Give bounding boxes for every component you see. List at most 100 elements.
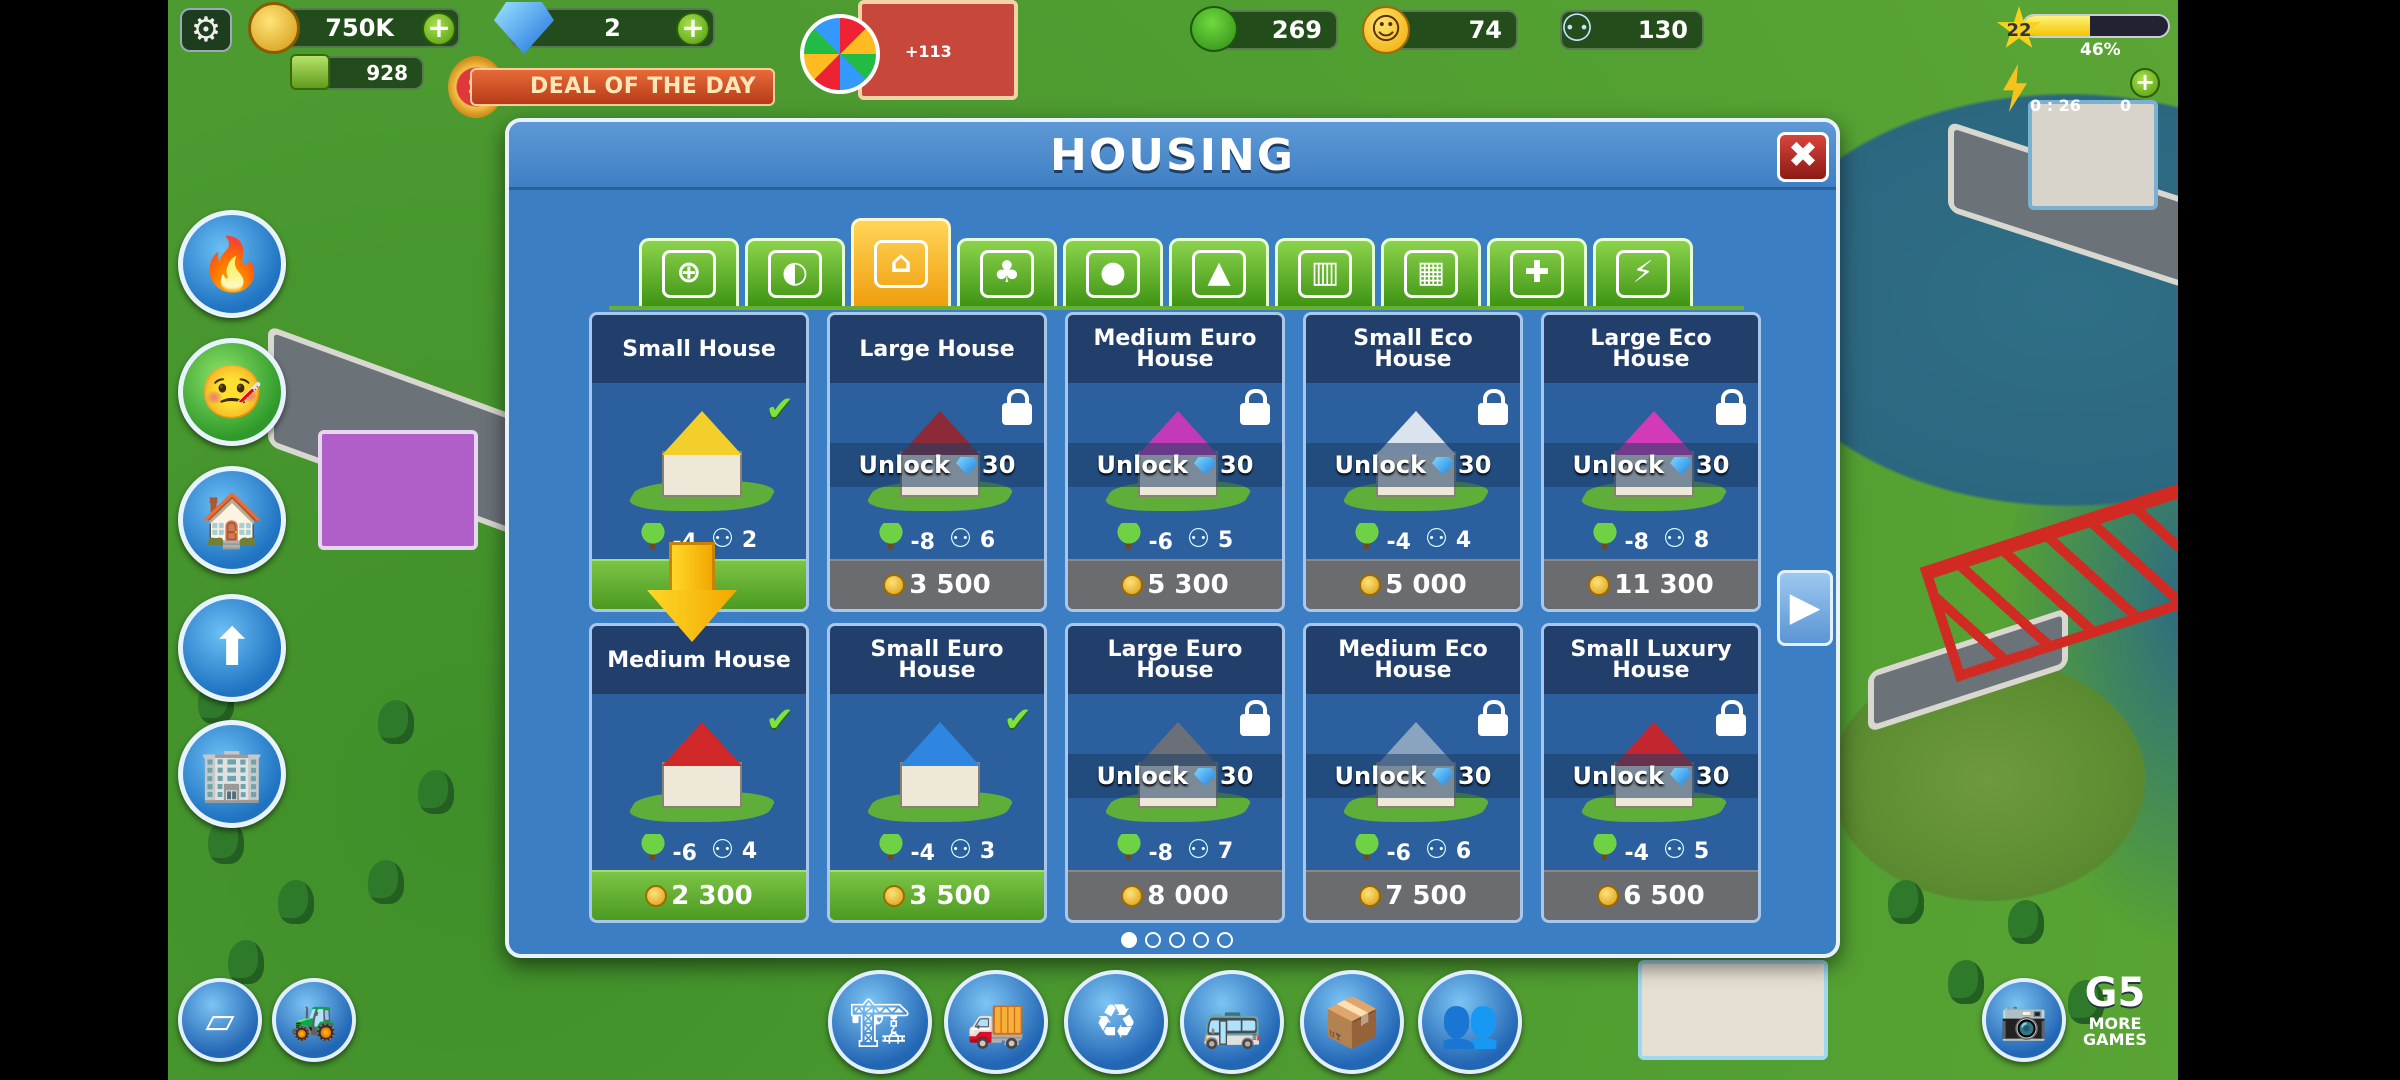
people-icon: ⚇ <box>710 835 735 865</box>
pool-villa[interactable] <box>1638 960 1828 1060</box>
roads-button[interactable]: ▱ <box>178 978 262 1062</box>
page-dot[interactable] <box>1217 932 1233 948</box>
deal-of-the-day-button[interactable]: DEAL OF THE DAY <box>470 68 775 106</box>
house-card[interactable]: Medium Eco House Unlock 30 -6 ⚇ 6 7 500 <box>1303 623 1523 923</box>
buy-price-button[interactable]: 3 500 <box>830 559 1044 609</box>
unlock-button[interactable]: Unlock 30 <box>1544 443 1758 487</box>
fortune-wheel-icon[interactable] <box>800 14 880 94</box>
building-shop-button[interactable]: 🏠 <box>178 466 286 574</box>
coin-icon <box>1597 885 1620 907</box>
population-value: 130 <box>1637 16 1688 44</box>
tree <box>2008 900 2044 944</box>
house-card[interactable]: Small Euro House ✔ -4 ⚇ 3 3 500 <box>827 623 1047 923</box>
price-value: 6 500 <box>1623 881 1705 911</box>
tab-utilities[interactable]: ⚡ <box>1593 238 1693 306</box>
tab-parks[interactable]: ♣ <box>957 238 1057 306</box>
add-energy-button[interactable]: + <box>2130 68 2160 98</box>
xp-bar <box>2022 14 2170 38</box>
house-card[interactable]: Large Eco House Unlock 30 -8 ⚇ 8 11 300 <box>1541 312 1761 612</box>
buy-price-button[interactable]: 5 000 <box>1306 559 1520 609</box>
house-card[interactable]: Large House Unlock 30 -8 ⚇ 6 3 500 <box>827 312 1047 612</box>
unlock-button[interactable]: Unlock 30 <box>1306 443 1520 487</box>
ecology-impact: -6 <box>672 841 697 866</box>
tab-municipal[interactable]: ▥ <box>1275 238 1375 306</box>
construction-crane-button[interactable]: 🏗 <box>828 970 932 1074</box>
house-title: Large House <box>830 315 1044 383</box>
tab-industry[interactable]: ▦ <box>1381 238 1481 306</box>
unlock-label: Unlock <box>1572 451 1665 479</box>
delivery-truck-button[interactable]: 🚚 <box>944 970 1048 1074</box>
waterfront-house[interactable] <box>2028 100 2158 210</box>
unlock-button[interactable]: Unlock 30 <box>1068 443 1282 487</box>
camera-screenshot-button[interactable]: 📷 <box>1982 978 2066 1062</box>
house-title: Small House <box>592 315 806 383</box>
page-dot[interactable] <box>1169 932 1185 948</box>
house-card[interactable]: Small Eco House Unlock 30 -4 ⚇ 4 5 000 <box>1303 312 1523 612</box>
tab-housing[interactable]: ⌂ <box>851 218 951 306</box>
recycling-button[interactable]: ♻ <box>1064 970 1168 1074</box>
add-gems-button[interactable]: + <box>676 12 710 46</box>
storage-box-button[interactable]: 📦 <box>1300 970 1404 1074</box>
residents: 8 <box>1693 528 1710 553</box>
g5-friends-button[interactable]: 👥 <box>1418 970 1522 1074</box>
upgrade-building-button[interactable]: ⬆ <box>178 594 286 702</box>
page-dot[interactable] <box>1121 932 1137 948</box>
buy-price-button[interactable]: 3 500 <box>830 870 1044 920</box>
buy-price-button[interactable]: 7 500 <box>1306 870 1520 920</box>
gem-icon <box>1670 457 1693 475</box>
gems-value: 2 <box>604 14 621 42</box>
house-image <box>622 395 782 515</box>
price-value: 2 300 <box>671 881 753 911</box>
city-expand-button[interactable]: 🏢 <box>178 720 286 828</box>
house-card[interactable]: Medium House ✔ -6 ⚇ 42 300 <box>589 623 809 923</box>
close-button[interactable]: ✖ <box>1777 132 1829 182</box>
house-card[interactable]: Large Euro House Unlock 30 -8 ⚇ 7 8 000 <box>1065 623 1285 923</box>
tab-landmarks[interactable]: ▲ <box>1169 238 1269 306</box>
shopping-mall[interactable] <box>318 430 478 550</box>
coin-icon <box>883 885 906 907</box>
page-dot[interactable] <box>1193 932 1209 948</box>
tree-icon <box>1354 523 1379 549</box>
sick-health-button[interactable]: 🤒 <box>178 338 286 446</box>
tab-leisure[interactable]: ● <box>1063 238 1163 306</box>
happiness-value: 74 <box>1468 16 1502 44</box>
smiley-happiness-icon: ☺ <box>1362 6 1410 54</box>
tab-documents[interactable]: ⊕ <box>639 238 739 306</box>
house-card[interactable]: Small Luxury House Unlock 30 -4 ⚇ 5 6 500 <box>1541 623 1761 923</box>
ecology-impact: -4 <box>1386 530 1411 555</box>
unlock-button[interactable]: Unlock 30 <box>1068 754 1282 798</box>
buy-price-button[interactable]: 5 300 <box>1068 559 1282 609</box>
lock-icon <box>1716 700 1746 736</box>
utilities-icon: ⚡ <box>1616 249 1670 298</box>
coin-icon <box>645 885 668 907</box>
unlock-button[interactable]: Unlock 30 <box>830 443 1044 487</box>
unlock-button[interactable]: Unlock 30 <box>1306 754 1520 798</box>
tab-decorations[interactable]: ◐ <box>745 238 845 306</box>
house-stats: -4 ⚇ 3 <box>830 830 1044 870</box>
unlock-button[interactable]: Unlock 30 <box>1544 754 1758 798</box>
add-coins-button[interactable]: + <box>422 12 456 46</box>
housing-icon: ⌂ <box>874 239 928 288</box>
tab-services[interactable]: ✚ <box>1487 238 1587 306</box>
house-title: Small Luxury House <box>1544 626 1758 694</box>
buy-price-button[interactable]: 6 500 <box>1544 870 1758 920</box>
buy-price-button[interactable]: 2 300 <box>592 870 806 920</box>
housing-dialog: HOUSING ✖ ⊕ ◐ ⌂ ♣ ● ▲ ▥ ▦ ✚ ⚡ Small House ✔ -4 ⚇ 2 L… <box>505 118 1840 958</box>
more-games-button[interactable]: G5 MORE GAMES <box>2070 970 2160 1066</box>
next-page-button[interactable]: ▶ <box>1777 570 1833 646</box>
red-bridge[interactable] <box>1919 438 2178 682</box>
settings-gear-icon[interactable]: ⚙ <box>180 8 232 52</box>
page-dot[interactable] <box>1145 932 1161 948</box>
bulldozer-button[interactable]: 🚜 <box>272 978 356 1062</box>
house-image <box>860 706 1020 826</box>
buy-price-button[interactable]: 8 000 <box>1068 870 1282 920</box>
tree-ecology-icon <box>1190 6 1238 52</box>
buy-price-button[interactable]: 11 300 <box>1544 559 1758 609</box>
bus-transport-button[interactable]: 🚌 <box>1180 970 1284 1074</box>
unlock-cost: 30 <box>1458 451 1492 479</box>
cash-value: 928 <box>366 61 408 85</box>
ecology-impact: -6 <box>1386 841 1411 866</box>
house-card[interactable]: Medium Euro House Unlock 30 -6 ⚇ 5 5 300 <box>1065 312 1285 612</box>
landmarks-icon: ▲ <box>1192 249 1246 298</box>
fire-station-button[interactable]: 🔥 <box>178 210 286 318</box>
